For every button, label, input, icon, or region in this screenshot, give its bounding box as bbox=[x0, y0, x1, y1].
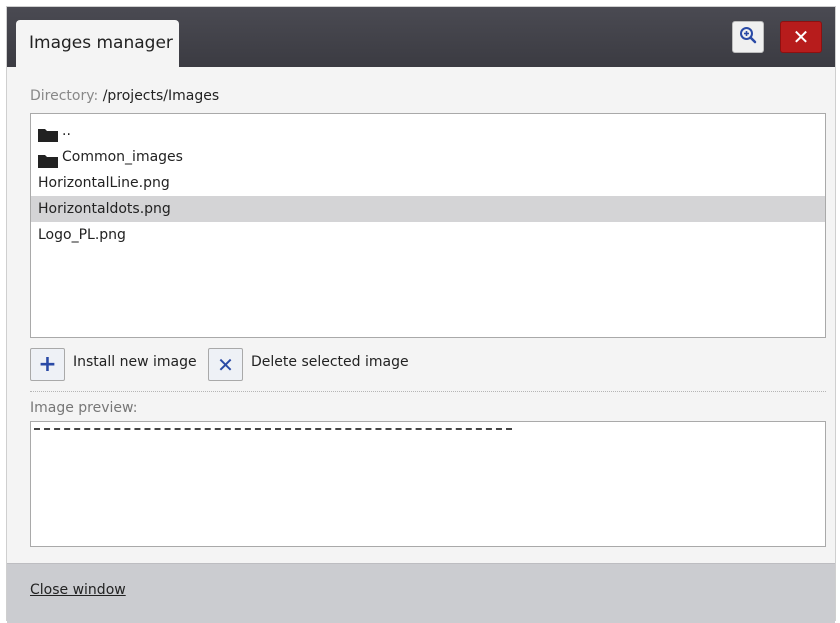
directory-path: Directory: /projects/Images bbox=[30, 88, 219, 104]
images-manager-window: Images manager ✕ Directory: /projects/Im… bbox=[6, 6, 836, 623]
close-button[interactable]: ✕ bbox=[780, 21, 822, 53]
window-title-tab: Images manager bbox=[16, 20, 179, 68]
install-image-button[interactable]: + bbox=[30, 348, 65, 381]
directory-label: Directory: bbox=[30, 88, 99, 104]
folder-icon bbox=[38, 125, 58, 142]
close-window-link[interactable]: Close window bbox=[30, 582, 126, 598]
divider bbox=[30, 391, 826, 392]
preview-image-horizontal-dots bbox=[34, 428, 512, 430]
list-item-common-images[interactable]: Common_images bbox=[31, 144, 825, 170]
list-item-parent-folder[interactable]: .. bbox=[31, 118, 825, 144]
delete-image-button[interactable]: ✕ bbox=[208, 348, 243, 381]
file-name: .. bbox=[62, 123, 71, 139]
folder-icon bbox=[38, 151, 58, 168]
zoom-in-icon bbox=[739, 26, 757, 48]
zoom-button[interactable] bbox=[732, 21, 764, 53]
list-item-horizontalline[interactable]: HorizontalLine.png bbox=[31, 170, 825, 196]
image-preview bbox=[30, 421, 826, 547]
file-name: Common_images bbox=[62, 149, 183, 165]
file-list[interactable]: .. Common_images HorizontalLine.png Hori… bbox=[30, 113, 826, 338]
file-name: Logo_PL.png bbox=[38, 227, 126, 243]
delete-icon: ✕ bbox=[217, 352, 234, 377]
list-item-horizontaldots-selected[interactable]: Horizontaldots.png bbox=[31, 196, 825, 222]
footer: Close window bbox=[7, 563, 835, 623]
title-bar: Images manager ✕ bbox=[7, 7, 835, 68]
preview-label: Image preview: bbox=[30, 400, 138, 416]
delete-image-label[interactable]: Delete selected image bbox=[251, 354, 409, 370]
install-image-label[interactable]: Install new image bbox=[73, 354, 197, 370]
window-title: Images manager bbox=[29, 33, 173, 53]
plus-icon: + bbox=[38, 352, 57, 377]
file-name: Horizontaldots.png bbox=[38, 201, 171, 217]
list-item-logo-pl[interactable]: Logo_PL.png bbox=[31, 222, 825, 248]
close-icon: ✕ bbox=[792, 25, 810, 49]
directory-value: /projects/Images bbox=[102, 88, 220, 104]
file-name: HorizontalLine.png bbox=[38, 175, 170, 191]
